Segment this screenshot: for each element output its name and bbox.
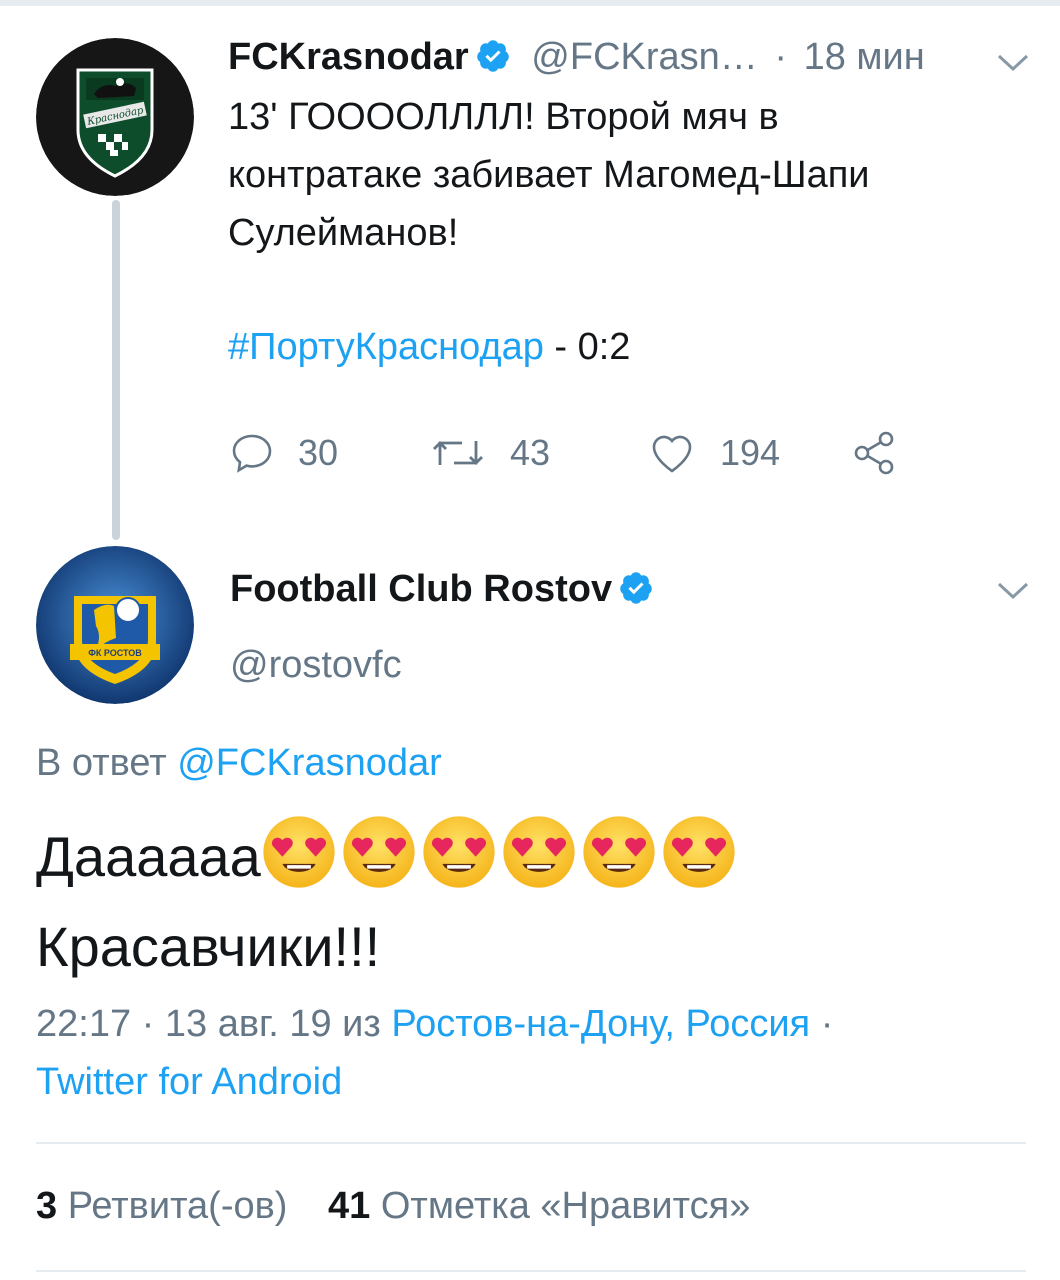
thread-connector-line (112, 200, 120, 540)
reply-prefix: В ответ (36, 742, 167, 784)
tweet1-text-line: контратаке забивает Магомед-Шапи (228, 154, 870, 196)
tweet-date: 22:17 · 13 авг. 19 из (36, 1003, 381, 1045)
chevron-down-icon[interactable] (996, 52, 1030, 74)
like-count: 194 (720, 432, 781, 473)
retweet-button[interactable]: 43 (428, 425, 550, 481)
location-link[interactable]: Ростов-на-Дону, Россия (391, 1003, 810, 1045)
tweet2-text-line2: Красавчики!!! (36, 915, 381, 978)
likes-label: Отметка «Нравится» (380, 1185, 751, 1227)
stats-divider-top (36, 1142, 1026, 1144)
heart-eyes-emoji-icon (261, 814, 337, 890)
retweets-value: 3 (36, 1185, 58, 1227)
tweet1-hashtag-line: #ПортуКраснодар - 0:2 (228, 318, 630, 376)
tweet2-text-word: Даааааа (36, 825, 261, 888)
tweet-stats: 3 Ретвита(-ов) 41 Отметка «Нравится» (36, 1185, 750, 1228)
meta-separator: · (810, 1003, 834, 1045)
tweet2-display-name[interactable]: Football Club Rostov (230, 568, 612, 610)
heart-eyes-emoji-icon (501, 814, 577, 890)
hashtag-link[interactable]: #ПортуКраснодар (228, 326, 544, 368)
reply-count: 30 (298, 432, 339, 473)
tweet2-handle[interactable]: @rostovfc (230, 644, 402, 687)
retweets-label: Ретвита(-ов) (67, 1185, 288, 1227)
top-divider (0, 0, 1060, 6)
like-button[interactable]: 194 (646, 425, 780, 481)
tweet1-separator: · (774, 36, 787, 78)
tweet2-meta: 22:17 · 13 авг. 19 из Ростов-на-Дону, Ро… (36, 995, 1036, 1111)
tweet2-text-line1: Даааааа (36, 812, 741, 902)
likes-stat[interactable]: 41 Отметка «Нравится» (328, 1185, 750, 1227)
score-text: - 0:2 (543, 326, 631, 368)
tweet1-display-name[interactable]: FCKrasnodar (228, 36, 469, 78)
tweet1-text-line: Сулейманов! (228, 212, 459, 254)
source-link[interactable]: Twitter for Android (36, 1061, 342, 1103)
krasnodar-logo-icon: Краснодар (36, 38, 194, 196)
reply-handle-link[interactable]: @FCKrasnodar (177, 742, 442, 784)
reply-icon (232, 434, 272, 473)
rostov-logo-icon: ФК РОСТОВ (36, 546, 194, 704)
retweet-count: 43 (510, 432, 551, 473)
tweet1-header: FCKrasnodar @FCKrasn… · 18 мин (228, 36, 925, 79)
rostov-logo-text: ФК РОСТОВ (88, 648, 142, 658)
tweet2-name-row: Football Club Rostov (230, 568, 654, 611)
tweet1-text: 13' ГООООЛЛЛЛ! Второй мяч в контратаке з… (228, 88, 870, 262)
tweet1-time[interactable]: 18 мин (804, 36, 925, 78)
heart-eyes-emoji-icon (341, 814, 417, 890)
share-button[interactable] (850, 425, 920, 481)
retweet-icon (433, 441, 483, 465)
verified-badge-icon (476, 40, 509, 72)
stats-divider-bottom (36, 1270, 1026, 1272)
share-icon (854, 431, 894, 475)
heart-eyes-emoji-icon (581, 814, 657, 890)
verified-badge-icon (620, 572, 652, 604)
reply-context: В ответ @FCKrasnodar (36, 742, 442, 785)
tweet1-text-line: 13' ГООООЛЛЛЛ! Второй мяч в (228, 96, 779, 138)
retweets-stat[interactable]: 3 Ретвита(-ов) (36, 1185, 287, 1227)
heart-eyes-emoji-icon (421, 814, 497, 890)
likes-value: 41 (328, 1185, 371, 1227)
heart-icon (652, 435, 692, 473)
heart-eyes-emoji-icon (661, 814, 737, 890)
tweet2-text: Даааааа Красавчики!!! (36, 812, 741, 992)
reply-button[interactable]: 30 (228, 425, 338, 481)
chevron-down-icon[interactable] (996, 580, 1030, 602)
avatar-rostovfc[interactable]: ФК РОСТОВ (36, 546, 194, 704)
avatar-fckrasnodar[interactable]: Краснодар (36, 38, 194, 196)
tweet1-handle[interactable]: @FCKrasn… (531, 36, 758, 78)
emoji-row (261, 816, 741, 888)
